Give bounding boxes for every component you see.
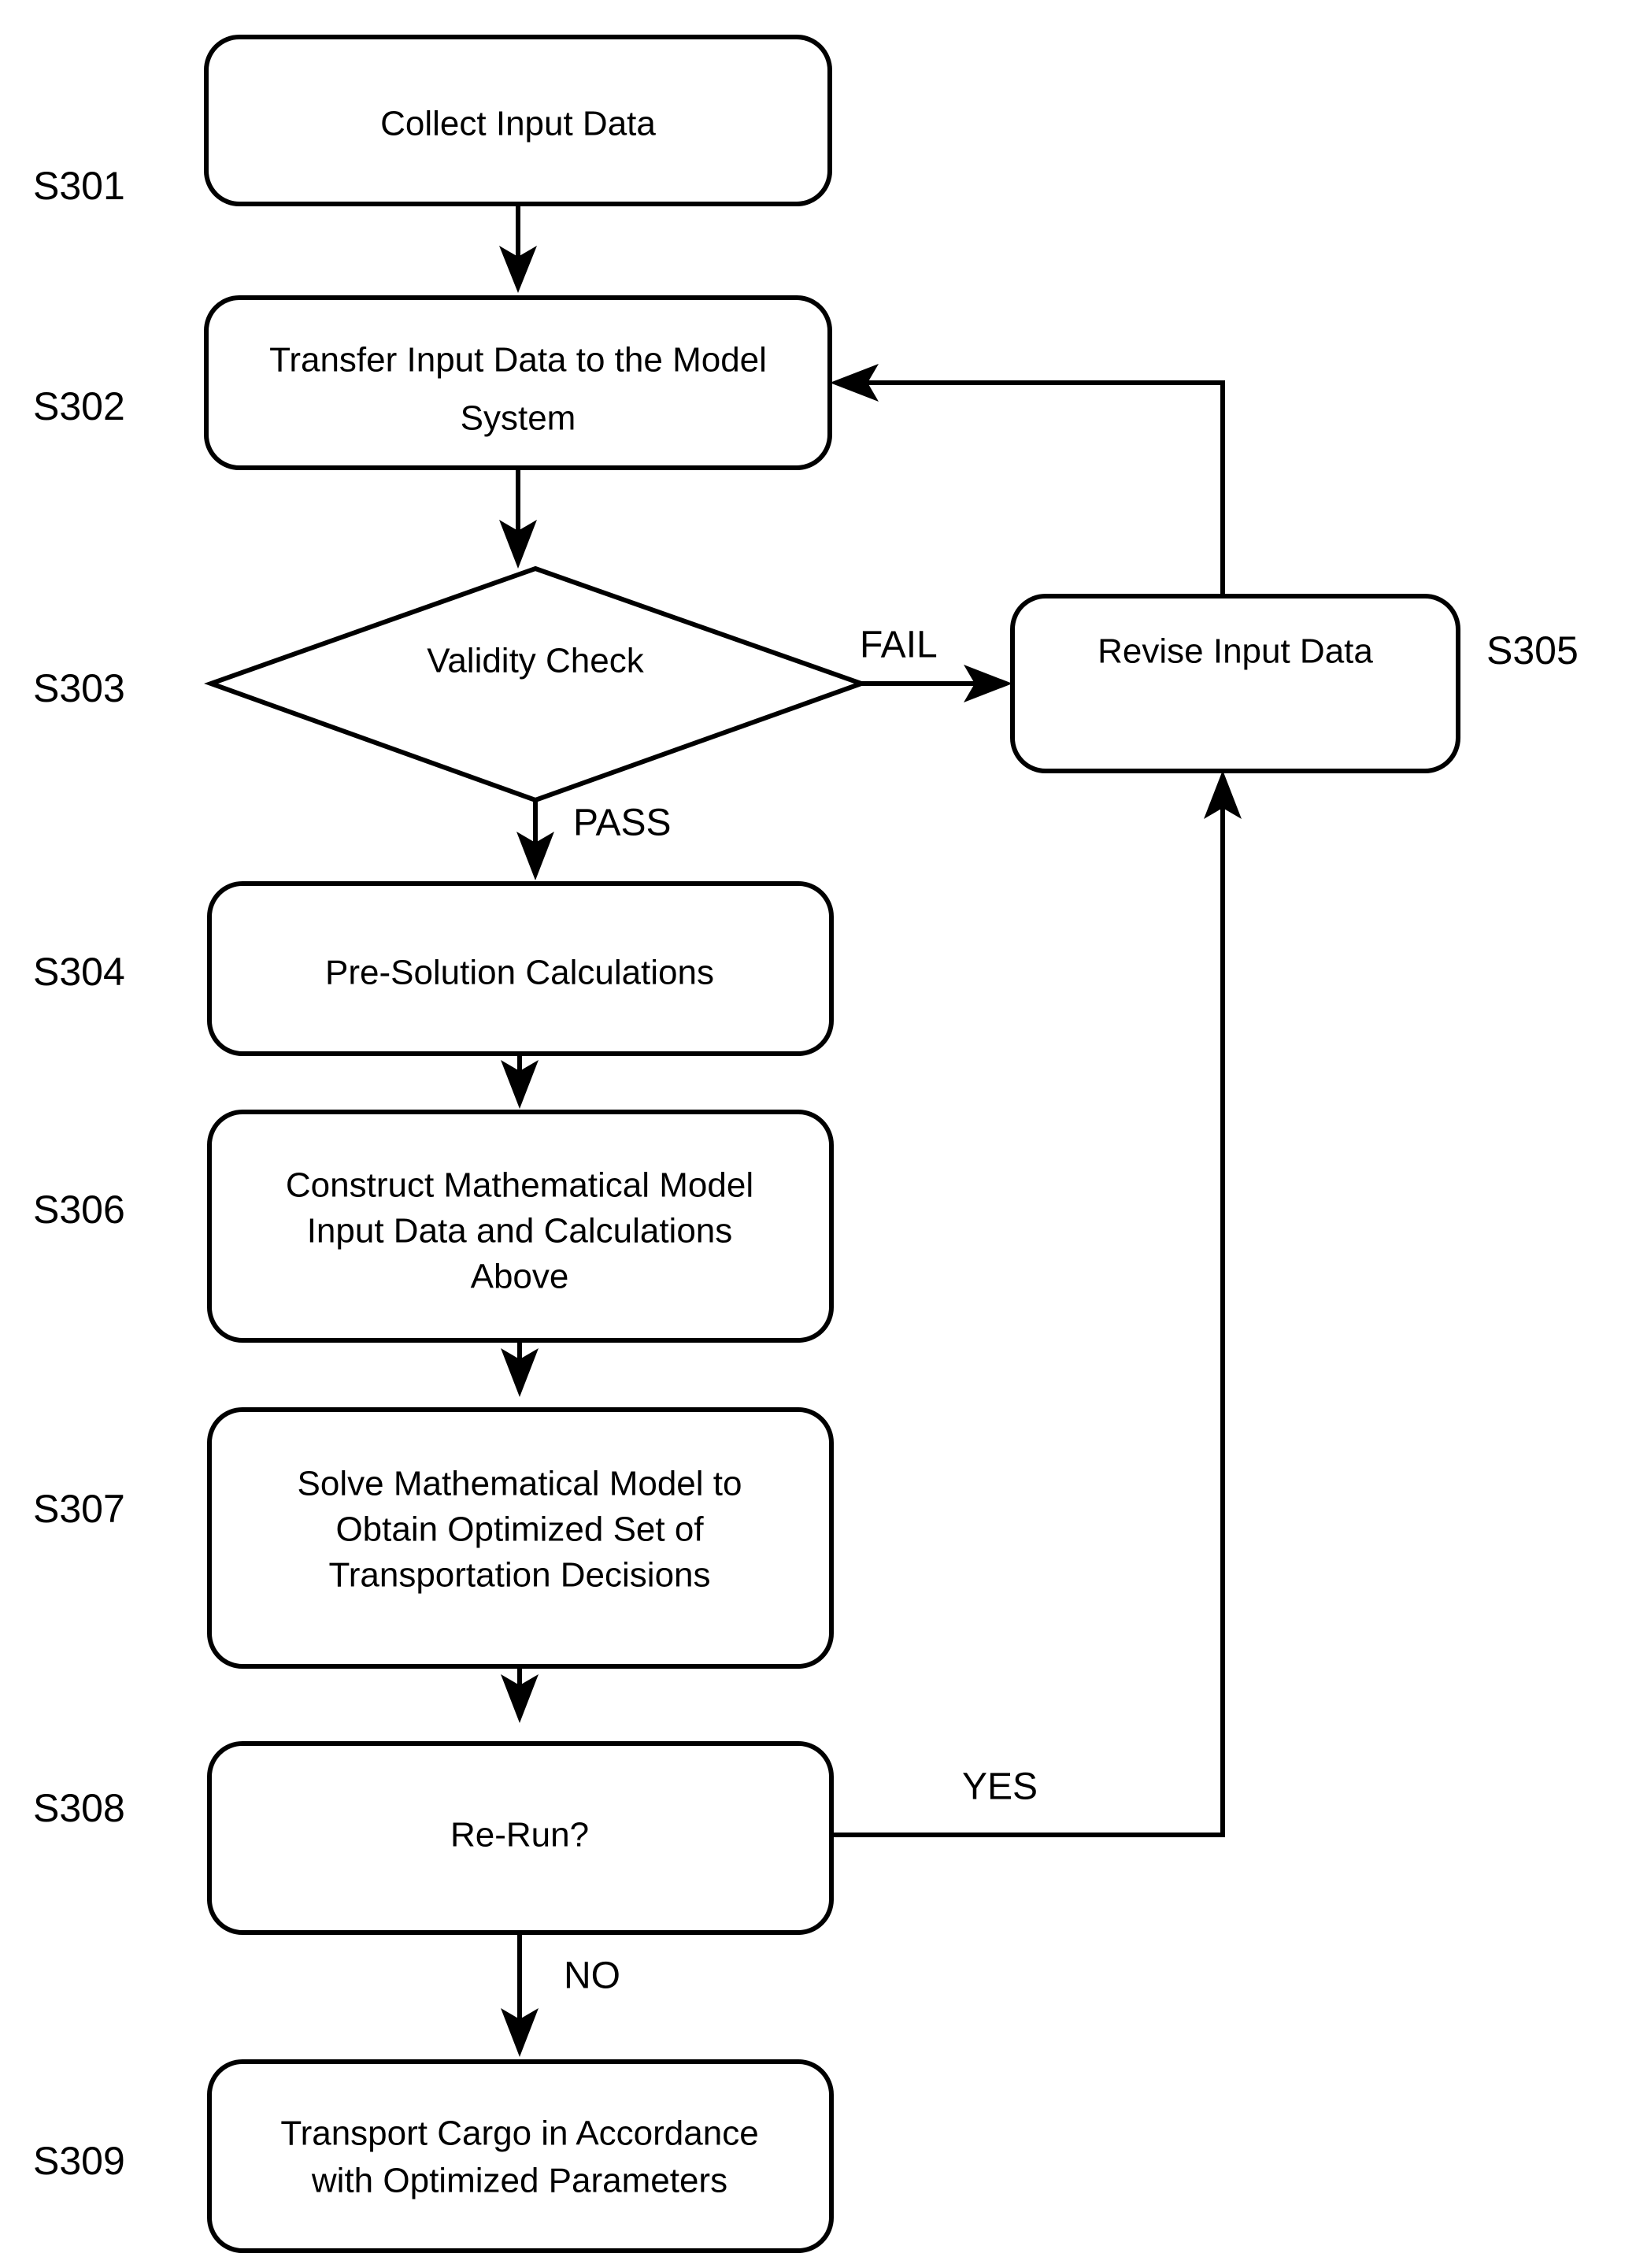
- step-label-s302: S302: [33, 384, 125, 428]
- node-s307-label-line3: Transportation Decisions: [328, 1556, 710, 1595]
- edge-label-no: NO: [564, 1955, 620, 1997]
- node-s304-label: Pre-Solution Calculations: [325, 954, 714, 992]
- step-label-s304: S304: [33, 950, 125, 994]
- node-s302-label-line2: System: [461, 399, 576, 438]
- edge-label-pass: PASS: [573, 802, 672, 844]
- node-s305-label: Revise Input Data: [1098, 632, 1373, 671]
- edge-s308-s309: [501, 1933, 539, 2057]
- step-label-s305: S305: [1486, 628, 1579, 673]
- edge-s308-s305: [831, 770, 1242, 1837]
- edge-s301-s302: [499, 204, 537, 293]
- node-s303[interactable]: Validity Check: [204, 565, 868, 803]
- edge-s303-s304: [516, 800, 554, 880]
- step-label-s309: S309: [33, 2139, 125, 2183]
- node-s307-label-line2: Obtain Optimized Set of: [335, 1510, 704, 1549]
- edge-s305-s302-path: [860, 380, 1225, 596]
- node-s302[interactable]: Transfer Input Data to the Model System: [204, 295, 832, 470]
- node-s302-shape[interactable]: [204, 295, 832, 470]
- flowchart-canvas: Collect Input Data S301 Transfer Input D…: [0, 0, 1625, 2268]
- edge-s307-s308: [501, 1666, 539, 1723]
- node-s309-shape[interactable]: [207, 2059, 834, 2253]
- edge-s303-s305: [861, 665, 1012, 702]
- node-s306-label-line2: Input Data and Calculations: [307, 1212, 733, 1251]
- node-s303-shape[interactable]: [204, 565, 868, 803]
- flowchart-svg: Collect Input Data S301 Transfer Input D…: [33, 35, 1579, 2253]
- edge-s306-s307: [501, 1340, 539, 1397]
- node-s308[interactable]: Re-Run?: [207, 1741, 834, 1935]
- node-s301-label: Collect Input Data: [380, 105, 656, 143]
- node-s302-label-line1: Transfer Input Data to the Model: [269, 341, 767, 380]
- node-s309[interactable]: Transport Cargo in Accordance with Optim…: [207, 2059, 834, 2253]
- node-s306-label-line1: Construct Mathematical Model: [286, 1166, 753, 1205]
- node-s307-label-line1: Solve Mathematical Model to: [298, 1465, 742, 1503]
- node-s305[interactable]: Revise Input Data: [1010, 594, 1460, 773]
- node-s307[interactable]: Solve Mathematical Model to Obtain Optim…: [207, 1407, 834, 1669]
- node-s304[interactable]: Pre-Solution Calculations: [207, 881, 834, 1056]
- node-s306[interactable]: Construct Mathematical Model Input Data …: [207, 1110, 834, 1343]
- node-s309-label-line1: Transport Cargo in Accordance: [280, 2114, 758, 2153]
- node-s305-shape[interactable]: [1010, 594, 1460, 773]
- edge-s305-s302: [830, 364, 1225, 596]
- node-s308-label: Re-Run?: [450, 1816, 589, 1855]
- edge-s304-s306: [501, 1054, 539, 1109]
- edge-s302-s303: [499, 468, 537, 569]
- edge-label-yes: YES: [962, 1766, 1038, 1808]
- node-s306-label-line3: Above: [471, 1258, 569, 1296]
- step-label-s303: S303: [33, 666, 125, 710]
- step-label-s307: S307: [33, 1487, 125, 1531]
- node-s303-label: Validity Check: [427, 642, 645, 680]
- node-s309-label-line2: with Optimized Parameters: [311, 2162, 727, 2200]
- edge-label-fail: FAIL: [860, 624, 938, 666]
- node-s301[interactable]: Collect Input Data: [204, 35, 832, 206]
- edge-s308-s305-path: [831, 802, 1225, 1837]
- step-label-s306: S306: [33, 1188, 125, 1232]
- step-label-s308: S308: [33, 1786, 125, 1830]
- step-label-s301: S301: [33, 164, 125, 208]
